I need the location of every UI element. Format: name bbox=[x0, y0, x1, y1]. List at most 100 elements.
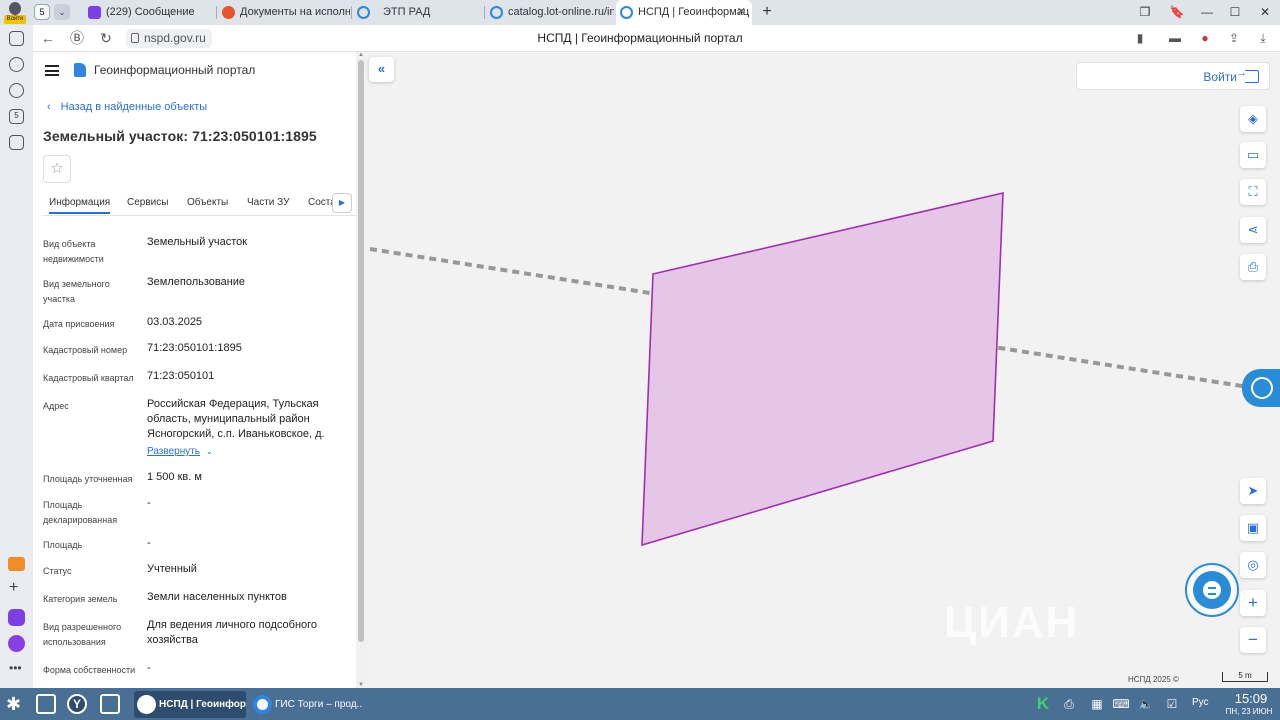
keyboard-language[interactable]: Рус bbox=[1192, 697, 1209, 708]
assistant-lines-icon bbox=[1208, 587, 1216, 595]
back-to-results-link[interactable]: ‹ Назад в найденные объекты bbox=[47, 101, 207, 113]
zoom-in-icon[interactable]: + bbox=[1240, 590, 1266, 616]
history-icon[interactable] bbox=[9, 57, 24, 72]
play-icon[interactable] bbox=[9, 83, 24, 98]
tab-composition[interactable]: Состав bbox=[308, 197, 332, 208]
locate-icon[interactable]: ➤ bbox=[1240, 478, 1266, 504]
layers-icon[interactable]: ◈ bbox=[1240, 106, 1266, 132]
bookmark-icon[interactable]: ▮ bbox=[1132, 30, 1148, 46]
app-tray-icon[interactable]: ▦ bbox=[1088, 695, 1106, 713]
url-text: nspd.gov.ru bbox=[144, 31, 206, 45]
downloads-icon[interactable]: ⤓ bbox=[1255, 30, 1271, 46]
notifications-tray-icon[interactable]: ☑ bbox=[1163, 695, 1181, 713]
volume-icon[interactable]: 🔈 bbox=[1137, 695, 1155, 713]
messenger-icon[interactable] bbox=[8, 609, 25, 626]
keyboard-layout-icon[interactable]: ⌨ bbox=[1112, 695, 1130, 713]
panel-scrollbar[interactable]: ▲ ▼ bbox=[356, 52, 366, 688]
browser-tab-title: ЭТП РАД bbox=[383, 6, 431, 18]
map-canvas[interactable]: ЦИАН « Войти ◈ ▭ ⛶ ⋖ ⎙ ➤ ▣ ◎ + − НСПД 20… bbox=[366, 52, 1280, 688]
field-label: Категория земель bbox=[43, 594, 118, 604]
notifications-icon[interactable]: 🔖 bbox=[1162, 0, 1192, 25]
url-field[interactable]: nspd.gov.ru bbox=[126, 29, 212, 48]
tab-manager-icon[interactable]: ❐ bbox=[1130, 0, 1160, 25]
kaspersky-icon[interactable]: K bbox=[1034, 695, 1052, 713]
land-parcel-polygon[interactable] bbox=[641, 191, 1004, 547]
print-icon[interactable]: ⎙ bbox=[1240, 254, 1266, 280]
login-box[interactable]: Войти bbox=[1076, 62, 1270, 90]
field-label: Площадь декларированная bbox=[43, 500, 118, 525]
browser-tab-title: Документы на исполнен bbox=[240, 6, 350, 18]
chevron-down-icon: ⌄ bbox=[206, 447, 213, 456]
start-menu-icon[interactable]: ✱ bbox=[6, 694, 26, 714]
browser-tab[interactable]: Документы на исполнен bbox=[218, 0, 350, 25]
taskbar-window-nspd[interactable]: НСПД | Геоинфор... bbox=[134, 691, 246, 718]
support-chat-tab[interactable] bbox=[1242, 369, 1280, 407]
taskbar-window-title: НСПД | Геоинфор... bbox=[159, 699, 246, 710]
maximize-icon[interactable]: ☐ bbox=[1220, 0, 1250, 25]
browser-tab-active[interactable]: НСПД | Геоинформац ✕ bbox=[616, 0, 752, 25]
field-label: Вид разрешенного использования bbox=[43, 622, 122, 647]
extension-icon[interactable]: ● bbox=[1197, 30, 1213, 46]
share-icon[interactable]: ⋖ bbox=[1240, 217, 1266, 243]
map-copyright: НСПД 2025 © bbox=[1128, 675, 1179, 684]
close-tab-icon[interactable]: ✕ bbox=[737, 0, 746, 25]
alice-icon[interactable] bbox=[8, 635, 25, 652]
ruler-icon[interactable]: ▭ bbox=[1240, 142, 1266, 168]
mail-icon[interactable] bbox=[8, 557, 25, 571]
documents-site-icon bbox=[222, 6, 235, 19]
tab-count-icon[interactable]: 5 bbox=[9, 109, 24, 124]
select-area-icon[interactable]: ⛶ bbox=[1240, 179, 1266, 205]
favorite-star-icon[interactable]: ☆ bbox=[43, 155, 71, 183]
yandex-browser-icon[interactable]: Y bbox=[67, 694, 87, 714]
new-tab-button[interactable]: + bbox=[758, 2, 776, 22]
browser-tab[interactable]: catalog.lot-online.ru/inde bbox=[486, 0, 614, 25]
scrollbar-thumb[interactable] bbox=[358, 60, 364, 642]
close-window-icon[interactable]: ✕ bbox=[1250, 0, 1280, 25]
minimap-icon[interactable]: ▣ bbox=[1240, 515, 1266, 541]
collapse-panel-button[interactable]: « bbox=[369, 57, 394, 82]
tab-services[interactable]: Сервисы bbox=[127, 197, 168, 208]
back-arrow-icon[interactable]: ← bbox=[39, 29, 57, 47]
tab-objects[interactable]: Объекты bbox=[187, 197, 228, 208]
geo-search-icon[interactable]: ◎ bbox=[1240, 552, 1266, 578]
field-value: Землепользование bbox=[147, 276, 246, 288]
screenshot-tool-icon[interactable] bbox=[100, 694, 120, 714]
browser-tab[interactable]: (229) Сообщение bbox=[84, 0, 214, 25]
clock-time[interactable]: 15:09 bbox=[1226, 691, 1276, 706]
add-panel-icon[interactable]: + bbox=[9, 579, 18, 597]
back-link-label: Назад в найденные объекты bbox=[60, 101, 208, 113]
extension-icon[interactable]: ▬ bbox=[1167, 30, 1183, 46]
globe-icon bbox=[357, 6, 370, 19]
profile-button[interactable]: Войти bbox=[4, 2, 26, 24]
field-value: - bbox=[147, 497, 151, 509]
object-info-panel: Геоинформационный портал ‹ Назад в найден… bbox=[33, 52, 356, 688]
tab-information[interactable]: Информация bbox=[49, 197, 111, 214]
share-page-icon[interactable]: ⇪ bbox=[1226, 30, 1242, 46]
field-row: Адрес Российская Федерация, Тульская обл… bbox=[43, 397, 343, 442]
more-icon[interactable]: ••• bbox=[9, 661, 22, 675]
printer-icon[interactable]: ⎙ bbox=[1060, 695, 1078, 713]
zoom-out-icon[interactable]: − bbox=[1240, 627, 1266, 653]
browser-tab-title: (229) Сообщение bbox=[106, 6, 195, 18]
screenshot-icon[interactable] bbox=[9, 135, 24, 150]
globe-icon bbox=[620, 6, 633, 19]
menu-icon[interactable] bbox=[45, 65, 59, 76]
taskbar-window-gis[interactable]: ГИС Торги – прод... bbox=[250, 691, 362, 718]
tabs-scroll-right-icon[interactable]: ▶ bbox=[332, 193, 352, 213]
tab-counter-button[interactable]: 5 bbox=[34, 4, 50, 20]
tab-parts[interactable]: Части ЗУ bbox=[247, 197, 289, 208]
expand-address-link[interactable]: Развернуть ⌄ bbox=[147, 446, 213, 457]
reload-icon[interactable]: ↻ bbox=[97, 29, 115, 47]
minimize-icon[interactable]: — bbox=[1192, 0, 1222, 25]
scroll-up-icon[interactable]: ▲ bbox=[358, 52, 364, 58]
collections-icon[interactable] bbox=[9, 31, 24, 46]
file-manager-icon[interactable] bbox=[36, 694, 56, 714]
assistant-button[interactable] bbox=[1185, 563, 1239, 617]
browser-tab-title: НСПД | Геоинформац bbox=[638, 6, 750, 18]
tab-list-dropdown-icon[interactable]: ⌄ bbox=[54, 4, 70, 20]
field-value: 1 500 кв. м bbox=[147, 471, 202, 483]
browser-tab[interactable]: ЭТП РАД bbox=[353, 0, 483, 25]
browser-sidebar: 5 + ••• bbox=[0, 25, 33, 688]
protect-icon[interactable]: Ⓑ bbox=[68, 29, 86, 47]
map-layer bbox=[369, 191, 1280, 547]
